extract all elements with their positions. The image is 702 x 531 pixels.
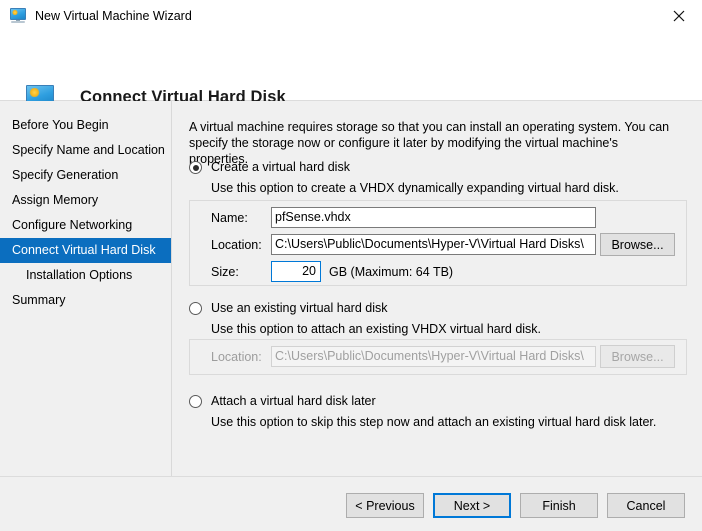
sidebar-item-label: Before You Begin [12, 118, 109, 132]
size-units-label: GB (Maximum: 64 TB) [329, 265, 454, 279]
wizard-header: Connect Virtual Hard Disk [0, 31, 702, 111]
cancel-button[interactable]: Cancel [607, 493, 685, 518]
radio-label: Create a virtual hard disk [211, 160, 350, 174]
location-input[interactable]: C:\Users\Public\Documents\Hyper-V\Virtua… [271, 234, 596, 255]
sidebar-item-label: Specify Name and Location [12, 143, 165, 157]
radio-indicator [189, 395, 202, 408]
sidebar-item-summary[interactable]: Summary [0, 288, 171, 313]
radio-indicator [189, 302, 202, 315]
size-input[interactable]: 20 [271, 261, 321, 282]
existing-browse-button: Browse... [600, 345, 675, 368]
sidebar-item-label: Specify Generation [12, 168, 119, 182]
radio-attach-virtual-hard-disk-later[interactable]: Attach a virtual hard disk later [189, 394, 376, 408]
title-bar: New Virtual Machine Wizard [0, 0, 702, 31]
existing-location-field-label: Location: [211, 350, 262, 364]
sidebar-item-specify-name-and-location[interactable]: Specify Name and Location [0, 138, 171, 163]
sidebar-item-installation-options[interactable]: Installation Options [0, 263, 171, 288]
next-button[interactable]: Next > [433, 493, 511, 518]
wizard-steps-sidebar: Before You Begin Specify Name and Locati… [0, 101, 172, 476]
sidebar-item-configure-networking[interactable]: Configure Networking [0, 213, 171, 238]
sidebar-item-label: Summary [12, 293, 66, 307]
sidebar-item-connect-virtual-hard-disk[interactable]: Connect Virtual Hard Disk [0, 238, 171, 263]
radio-label: Attach a virtual hard disk later [211, 394, 376, 408]
finish-button[interactable]: Finish [520, 493, 598, 518]
name-field-label: Name: [211, 211, 248, 225]
location-field-label: Location: [211, 238, 262, 252]
previous-button[interactable]: < Previous [346, 493, 424, 518]
radio-indicator [189, 161, 202, 174]
wizard-footer: < Previous Next > Finish Cancel [0, 476, 702, 531]
create-option-description: Use this option to create a VHDX dynamic… [211, 181, 619, 195]
browse-button[interactable]: Browse... [600, 233, 675, 256]
sidebar-item-assign-memory[interactable]: Assign Memory [0, 188, 171, 213]
existing-option-description: Use this option to attach an existing VH… [211, 322, 542, 336]
close-icon[interactable] [656, 0, 702, 31]
radio-create-virtual-hard-disk[interactable]: Create a virtual hard disk [189, 160, 350, 174]
sidebar-item-specify-generation[interactable]: Specify Generation [0, 163, 171, 188]
sidebar-item-label: Assign Memory [12, 193, 99, 207]
radio-label: Use an existing virtual hard disk [211, 301, 388, 315]
sidebar-item-before-you-begin[interactable]: Before You Begin [0, 113, 171, 138]
virtual-machine-monitor-icon [10, 7, 26, 24]
name-input[interactable]: pfSense.vhdx [271, 207, 596, 228]
sidebar-item-label: Installation Options [26, 268, 133, 282]
existing-location-input: C:\Users\Public\Documents\Hyper-V\Virtua… [271, 346, 596, 367]
sidebar-item-label: Connect Virtual Hard Disk [12, 243, 156, 257]
footer-button-group: < Previous Next > Finish Cancel [346, 493, 685, 518]
wizard-main-pane: A virtual machine requires storage so th… [173, 101, 702, 476]
sidebar-item-label: Configure Networking [12, 218, 133, 232]
window-title: New Virtual Machine Wizard [35, 8, 192, 23]
attach-later-option-description: Use this option to skip this step now an… [211, 415, 657, 429]
wizard-body: Before You Begin Specify Name and Locati… [0, 101, 702, 476]
size-field-label: Size: [211, 265, 239, 279]
radio-use-existing-virtual-hard-disk[interactable]: Use an existing virtual hard disk [189, 301, 387, 315]
